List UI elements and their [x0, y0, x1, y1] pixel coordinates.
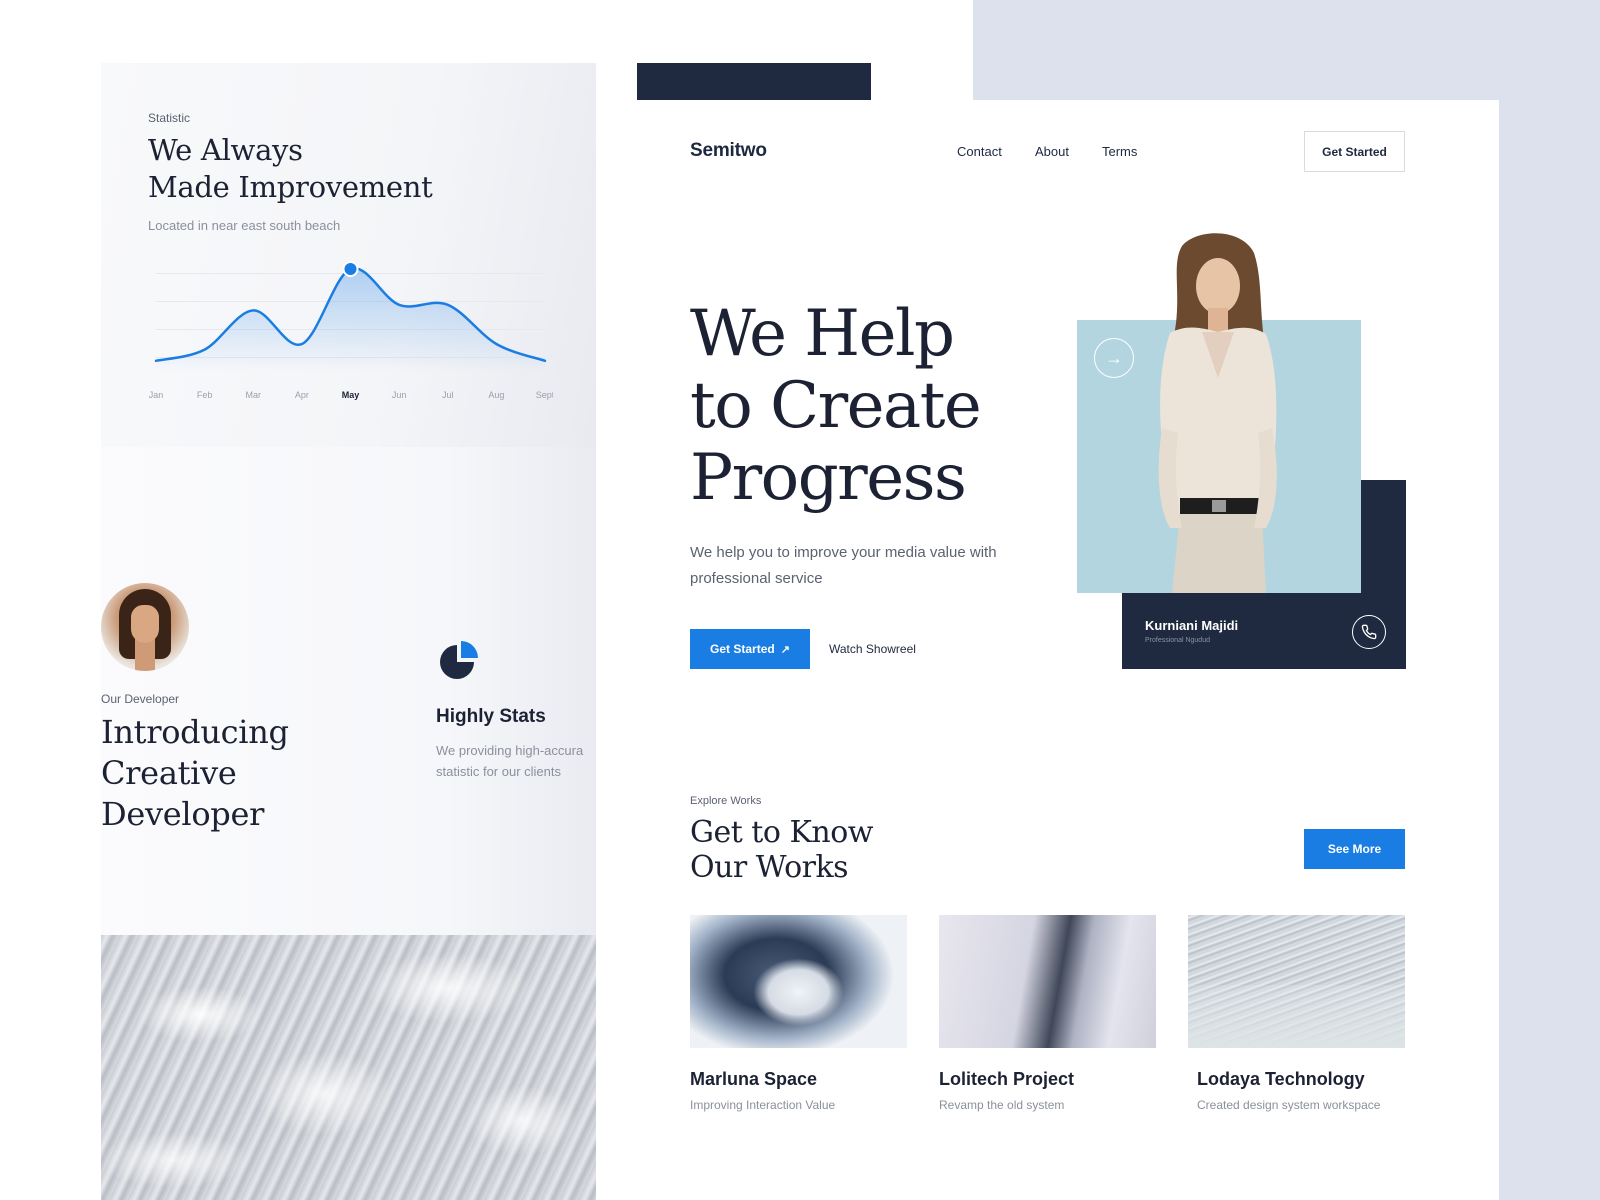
statistic-title-line1: We Always: [148, 133, 303, 167]
decorative-navy-block: [637, 63, 871, 103]
developer-eyebrow: Our Developer: [101, 692, 180, 706]
works-title-line2: Our Works: [690, 850, 849, 885]
work-thumbnail-marluna[interactable]: [690, 915, 907, 1048]
hero-title: We Help to Create Progress: [690, 297, 982, 515]
hero-title-line1: We Help: [690, 297, 955, 371]
hero-title-line2: to Create: [690, 369, 982, 443]
nav-link-about[interactable]: About: [1035, 144, 1069, 159]
brand-logo[interactable]: Semitwo: [690, 140, 767, 162]
chart-highlight-point: [342, 260, 359, 277]
hero-get-started-label: Get Started: [710, 642, 775, 656]
see-more-button[interactable]: See More: [1304, 829, 1405, 869]
work-thumbnail-lolitech[interactable]: [939, 915, 1156, 1048]
work-title[interactable]: Marluna Space: [690, 1069, 817, 1090]
fur-texture-image: [101, 935, 596, 1200]
arrow-right-icon[interactable]: →: [1094, 338, 1134, 378]
chart-tick-label: May: [342, 390, 360, 400]
chart-tick-label: Aug: [488, 390, 504, 400]
chart-tick-label: Jan: [149, 390, 164, 400]
developer-title-line2: Creative: [101, 754, 237, 792]
profile-role: Professional Ngudud: [1145, 637, 1210, 644]
hero-description: We help you to improve your media value …: [690, 544, 997, 587]
chart-tick-label: Feb: [197, 390, 213, 400]
nav-link-terms[interactable]: Terms: [1102, 144, 1137, 159]
statistic-title: We Always Made Improvement: [148, 132, 433, 206]
work-subtitle: Improving Interaction Value: [690, 1098, 836, 1112]
highly-stats-title: Highly Stats: [436, 706, 546, 727]
profile-photo: [1158, 233, 1277, 593]
work-subtitle: Created design system workspace: [1197, 1098, 1381, 1112]
statistic-subtitle: Located in near east south beach: [148, 218, 341, 233]
chart-tick-label: Apr: [295, 390, 309, 400]
chart-area-fill: [156, 268, 545, 372]
chart-tick-label: Jul: [442, 390, 454, 400]
profile-name: Kurniani Majidi: [1145, 618, 1239, 633]
works-title-line1: Get to Know: [690, 815, 873, 850]
developer-title-line1: Introducing: [101, 713, 289, 751]
phone-icon[interactable]: [1352, 615, 1386, 649]
chart-tick-label: Mar: [246, 390, 262, 400]
watch-showreel-link[interactable]: Watch Showreel: [829, 642, 916, 656]
work-title[interactable]: Lodaya Technology: [1197, 1069, 1365, 1090]
work-thumbnail-lodaya[interactable]: [1188, 915, 1405, 1048]
header-get-started-button[interactable]: Get Started: [1304, 131, 1405, 172]
work-title[interactable]: Lolitech Project: [939, 1069, 1074, 1090]
highly-stats-desc-line2: statistic for our clients: [436, 764, 561, 779]
works-eyebrow: Explore Works: [690, 795, 762, 807]
work-subtitle: Revamp the old system: [939, 1098, 1065, 1112]
developer-avatar: [101, 583, 189, 671]
statistic-title-line2: Made Improvement: [148, 170, 433, 204]
pie-chart-icon: [440, 641, 478, 679]
chart-tick-label: Jun: [392, 390, 407, 400]
hero-get-started-button[interactable]: Get Started ↗: [690, 629, 810, 669]
statistic-eyebrow: Statistic: [148, 111, 191, 125]
highly-stats-desc-line1: We providing high-accura: [436, 743, 584, 758]
statistic-line-chart: Jan Feb Mar Apr May Jun Jul Aug Sept: [149, 260, 553, 400]
highly-stats-description: We providing high-accura statistic for o…: [436, 740, 596, 782]
arrow-up-right-icon: ↗: [780, 643, 790, 656]
developer-title-line3: Developer: [101, 795, 265, 833]
hero-title-line3: Progress: [690, 441, 967, 515]
developer-title: Introducing Creative Developer: [101, 712, 289, 835]
nav-link-contact[interactable]: Contact: [957, 144, 1002, 159]
works-title: Get to Know Our Works: [690, 815, 873, 885]
chart-tick-label: Sept: [536, 390, 553, 400]
